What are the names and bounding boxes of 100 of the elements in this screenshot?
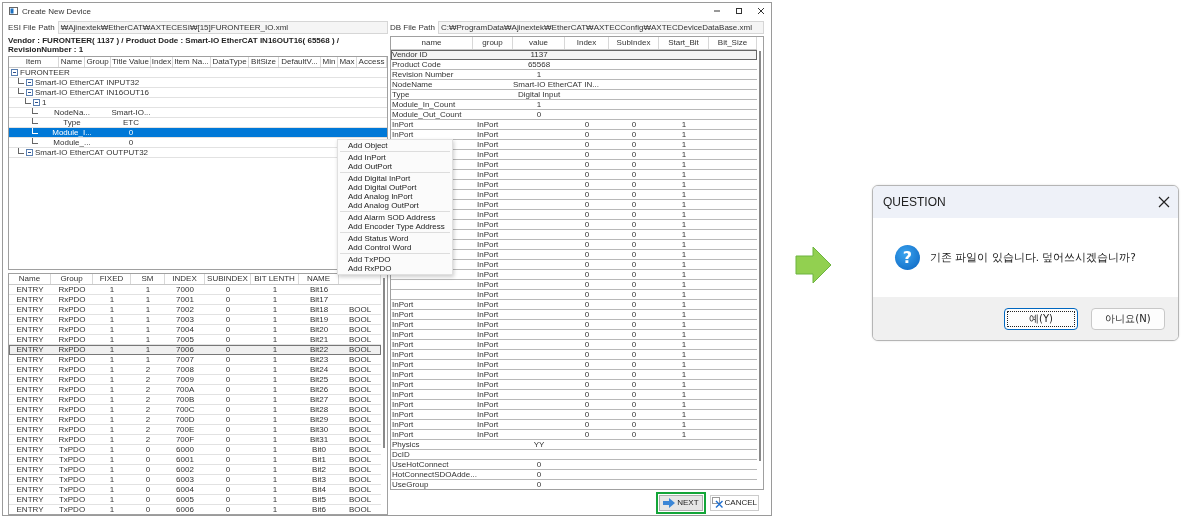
table-cell: 1	[272, 295, 278, 304]
tree-item-label[interactable]: FURONTEER	[20, 68, 70, 77]
column-header[interactable]: FIXED	[99, 274, 124, 284]
table-cell: 1	[681, 260, 687, 269]
path-field[interactable]: ₩Ajinextek₩EtherCAT₩AXTECESI₩[15]FURONTEER_IO.xml	[57, 20, 388, 34]
table-cell: 1137	[530, 50, 548, 59]
node-icon[interactable]	[26, 89, 33, 96]
table-cell: 7001	[176, 295, 194, 304]
menu-item[interactable]: Add Analog OutPort	[338, 201, 452, 210]
column-header[interactable]: Index	[565, 37, 609, 49]
selected-row[interactable]: Module_I... 0	[9, 128, 387, 138]
column-header[interactable]: BIT LENTH	[254, 274, 295, 284]
table-cell: Bit31	[309, 435, 329, 444]
column-header[interactable]: Max	[338, 57, 357, 67]
menu-item[interactable]: Add OutPort	[338, 162, 452, 171]
table-cell: InPort	[477, 210, 499, 219]
column-header[interactable]: Item Na...	[173, 57, 211, 67]
menu-item[interactable]: Add Digital InPort	[338, 174, 452, 183]
column-header[interactable]: Name	[59, 57, 85, 67]
menu-item[interactable]: Add Digital OutPort	[338, 183, 452, 192]
node-icon[interactable]	[33, 99, 40, 106]
table-cell: BOOL	[348, 425, 372, 434]
table-cell: Bit4	[312, 485, 326, 494]
column-header[interactable]: Bit_Size	[709, 37, 757, 49]
table-cell: Bit5	[312, 495, 326, 504]
table-cell: ENTRY	[16, 305, 44, 314]
table-cell: 0	[584, 150, 590, 159]
table-cell: 0	[631, 410, 637, 419]
menu-item[interactable]: Add Alarm SOD Address	[338, 213, 452, 222]
table-cell: InPort	[392, 420, 414, 429]
column-header[interactable]: Min	[321, 57, 338, 67]
path-field[interactable]: C:₩ProgramData₩Ajinextek₩EtherCAT₩AXTECConfig₩AXTECDeviceDataBase.xml	[437, 20, 764, 34]
table-cell: InPort	[477, 290, 499, 299]
table-cell: 0	[225, 295, 231, 304]
no-button[interactable]: 아니요(N)	[1091, 307, 1165, 330]
table-cell: RxPDO	[58, 415, 86, 424]
table-cell: 1	[681, 230, 687, 239]
table-cell: InPort	[477, 420, 499, 429]
table-cell: 1	[681, 290, 687, 299]
scrollbar-thumb[interactable]	[759, 51, 761, 461]
column-header[interactable]: value	[513, 37, 565, 49]
column-header[interactable]: Item	[9, 57, 59, 67]
tree-item-label[interactable]: Smart-IO EtherCAT IN16OUT16	[35, 88, 149, 97]
table-cell: Product Code	[392, 60, 441, 69]
menu-item[interactable]: Add Object	[338, 141, 452, 150]
column-header[interactable]: BitSize	[249, 57, 279, 67]
column-header[interactable]: SubIndex	[609, 37, 659, 49]
node-icon[interactable]	[26, 149, 33, 156]
vendor-info: Vendor : FURONTEER( 1137 ) / Product Dode : Smart-IO EtherCAT IN16OUT16( 65568 ) / RevisionNumber : 1	[8, 36, 341, 54]
column-header[interactable]: Group	[60, 274, 83, 284]
dialog-message: 기존 파일이 있습니다. 덮어쓰시겠습니까?	[930, 250, 1136, 265]
column-header[interactable]: Start_Bit	[659, 37, 709, 49]
column-header[interactable]: Group	[85, 57, 111, 67]
table-cell: 0	[584, 190, 590, 199]
table-cell: 1	[681, 400, 687, 409]
selected-row[interactable]: ENTRY RxPDO 1 1 7006 0 1 Bit22 BOOL	[9, 345, 381, 355]
table-cell: BOOL	[348, 335, 372, 344]
menu-item[interactable]: Add Encoder Type Address	[338, 222, 452, 231]
cancel-button[interactable]: CANCEL	[709, 494, 759, 511]
column-header[interactable]: Title Value	[111, 57, 151, 67]
column-header[interactable]: Name	[18, 274, 41, 284]
yes-button[interactable]: 예(Y)	[1004, 307, 1078, 330]
node-icon[interactable]	[26, 79, 33, 86]
menu-item[interactable]: Add Analog InPort	[338, 192, 452, 201]
column-header[interactable]: DataType	[211, 57, 249, 67]
column-header[interactable]: DefaultV...	[279, 57, 321, 67]
column-header[interactable]: group	[473, 37, 513, 49]
column-header[interactable]: SM	[141, 274, 154, 284]
selected-row[interactable]: Vendor ID 1137	[391, 50, 757, 60]
table-cell: 700E	[175, 425, 195, 434]
next-button[interactable]: NEXT	[659, 494, 703, 511]
minimize-icon[interactable]	[713, 7, 721, 15]
close-icon[interactable]	[757, 7, 765, 15]
maximize-icon[interactable]	[735, 7, 743, 15]
menu-item[interactable]: Add InPort	[338, 153, 452, 162]
node-icon[interactable]	[11, 69, 18, 76]
table-cell: 0	[225, 305, 231, 314]
table-cell: ENTRY	[16, 315, 44, 324]
column-header[interactable]: name	[391, 37, 473, 49]
menu-item[interactable]: Add Status Word	[338, 234, 452, 243]
tree-item-label[interactable]: Smart-IO EtherCAT INPUT32	[35, 78, 140, 87]
table-cell: Bit16	[309, 285, 329, 294]
column-header[interactable]: Index	[151, 57, 173, 67]
tree-item-label[interactable]: 1	[42, 98, 47, 107]
tree-item-label[interactable]: Smart-IO EtherCAT OUTPUT32	[35, 148, 149, 157]
column-header[interactable]: Access	[357, 57, 387, 67]
menu-item[interactable]: Add TxPDO	[338, 255, 452, 264]
menu-item[interactable]: Add Control Word	[338, 243, 452, 252]
table-cell: 2	[145, 415, 151, 424]
column-header[interactable]: SUBINDEX	[207, 274, 248, 284]
table-cell: 1	[109, 405, 115, 414]
close-icon[interactable]	[1158, 196, 1170, 208]
menu-item[interactable]: Add RxPDO	[338, 264, 452, 273]
column-header[interactable]: NAME	[306, 274, 331, 284]
table-cell: 0	[584, 280, 590, 289]
table-cell: InPort	[477, 330, 499, 339]
scrollbar-thumb[interactable]	[383, 278, 385, 448]
table-cell: Bit27	[309, 395, 329, 404]
column-header[interactable]: INDEX	[172, 274, 197, 284]
table-cell: 0	[225, 355, 231, 364]
